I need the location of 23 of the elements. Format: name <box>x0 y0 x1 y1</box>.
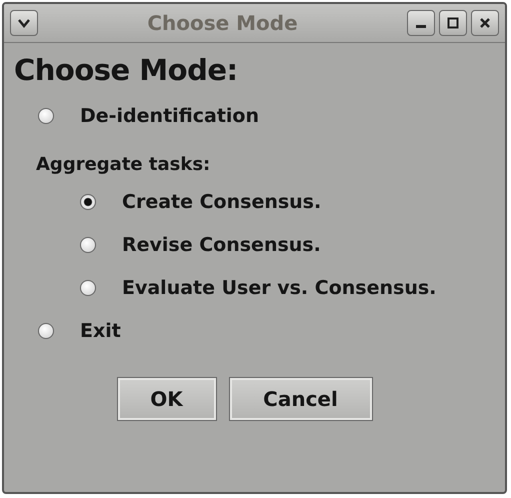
minimize-button[interactable] <box>407 10 435 36</box>
radio-button[interactable] <box>80 194 96 210</box>
cancel-button[interactable]: Cancel <box>228 377 372 421</box>
radio-button[interactable] <box>38 323 54 339</box>
radio-button[interactable] <box>38 108 54 124</box>
group-label: Aggregate tasks: <box>35 154 212 175</box>
ok-button[interactable]: OK <box>116 377 216 421</box>
radio-option[interactable]: Create Consensus. <box>14 187 495 217</box>
window-title: Choose Mode <box>146 11 299 35</box>
radio-option[interactable]: Evaluate User vs. Consensus. <box>14 273 495 303</box>
radio-option[interactable]: Exit <box>14 316 495 346</box>
menu-button[interactable] <box>10 10 38 36</box>
maximize-icon <box>447 17 459 29</box>
chevron-icon <box>17 18 31 28</box>
radio-option[interactable]: Revise Consensus. <box>14 230 495 260</box>
close-button[interactable] <box>471 10 499 36</box>
minimize-icon <box>416 25 426 28</box>
dialog-heading: Choose Mode: <box>14 53 239 87</box>
radio-option[interactable]: De-identification <box>14 101 495 131</box>
close-icon <box>479 17 491 29</box>
radio-button[interactable] <box>80 237 96 253</box>
radio-button[interactable] <box>80 280 96 296</box>
maximize-button[interactable] <box>439 10 467 36</box>
